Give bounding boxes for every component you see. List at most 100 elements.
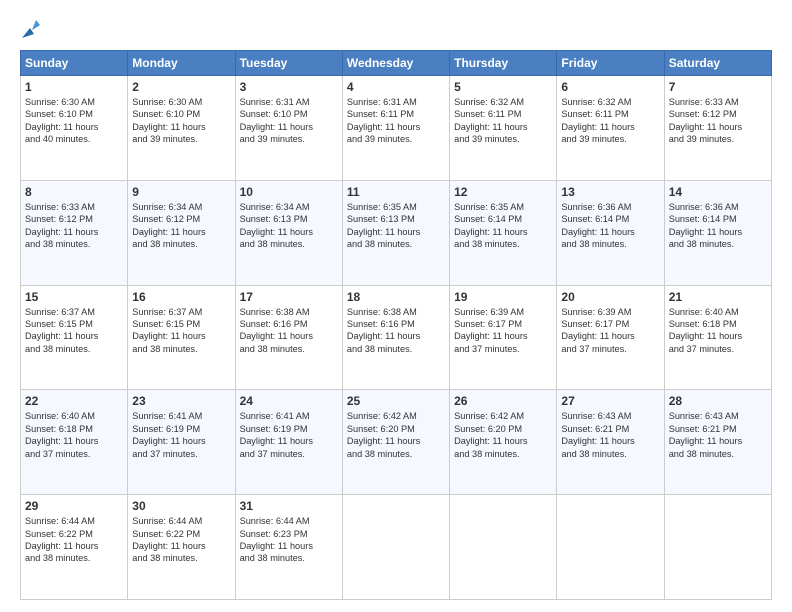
cell-info: Sunrise: 6:31 AMSunset: 6:10 PMDaylight:… [240,96,338,146]
cell-info: Sunrise: 6:37 AMSunset: 6:15 PMDaylight:… [132,306,230,356]
day-number: 1 [25,80,123,94]
calendar-cell: 5 Sunrise: 6:32 AMSunset: 6:11 PMDaylight… [450,76,557,181]
calendar-week-1: 1 Sunrise: 6:30 AMSunset: 6:10 PMDaylight… [21,76,772,181]
calendar-week-3: 15Sunrise: 6:37 AMSunset: 6:15 PMDayligh… [21,285,772,390]
calendar-cell: 31 Sunrise: 6:44 AMSunset: 6:23 PMDayligh… [235,495,342,600]
calendar-cell: 14Sunrise: 6:36 AMSunset: 6:14 PMDayligh… [664,180,771,285]
cell-info: Sunrise: 6:33 AMSunset: 6:12 PMDaylight:… [669,96,767,146]
calendar-cell: 29 Sunrise: 6:44 AMSunset: 6:22 PMDayligh… [21,495,128,600]
day-number: 19 [454,290,552,304]
calendar-cell: 27 Sunrise: 6:43 AMSunset: 6:21 PMDayligh… [557,390,664,495]
weekday-header-saturday: Saturday [664,51,771,76]
day-number: 4 [347,80,445,94]
cell-info: Sunrise: 6:31 AMSunset: 6:11 PMDaylight:… [347,96,445,146]
calendar-cell: 12Sunrise: 6:35 AMSunset: 6:14 PMDayligh… [450,180,557,285]
cell-info: Sunrise: 6:39 AMSunset: 6:17 PMDaylight:… [561,306,659,356]
day-number: 10 [240,185,338,199]
day-number: 17 [240,290,338,304]
cell-info: Sunrise: 6:30 AMSunset: 6:10 PMDaylight:… [25,96,123,146]
day-number: 6 [561,80,659,94]
calendar-cell: 22 Sunrise: 6:40 AMSunset: 6:18 PMDayligh… [21,390,128,495]
calendar-week-5: 29 Sunrise: 6:44 AMSunset: 6:22 PMDayligh… [21,495,772,600]
cell-info: Sunrise: 6:44 AMSunset: 6:22 PMDaylight:… [25,515,123,565]
day-number: 13 [561,185,659,199]
calendar-cell: 1 Sunrise: 6:30 AMSunset: 6:10 PMDaylight… [21,76,128,181]
day-number: 22 [25,394,123,408]
day-number: 27 [561,394,659,408]
day-number: 16 [132,290,230,304]
day-number: 24 [240,394,338,408]
calendar-cell: 28Sunrise: 6:43 AMSunset: 6:21 PMDayligh… [664,390,771,495]
calendar-cell: 4 Sunrise: 6:31 AMSunset: 6:11 PMDaylight… [342,76,449,181]
cell-info: Sunrise: 6:44 AMSunset: 6:22 PMDaylight:… [132,515,230,565]
cell-info: Sunrise: 6:40 AMSunset: 6:18 PMDaylight:… [669,306,767,356]
cell-info: Sunrise: 6:32 AMSunset: 6:11 PMDaylight:… [454,96,552,146]
calendar-week-2: 8Sunrise: 6:33 AMSunset: 6:12 PMDaylight… [21,180,772,285]
calendar-header-row: SundayMondayTuesdayWednesdayThursdayFrid… [21,51,772,76]
calendar-cell: 2 Sunrise: 6:30 AMSunset: 6:10 PMDaylight… [128,76,235,181]
day-number: 18 [347,290,445,304]
calendar-cell [450,495,557,600]
page: SundayMondayTuesdayWednesdayThursdayFrid… [0,0,792,612]
day-number: 5 [454,80,552,94]
calendar-cell: 19 Sunrise: 6:39 AMSunset: 6:17 PMDayligh… [450,285,557,390]
cell-info: Sunrise: 6:44 AMSunset: 6:23 PMDaylight:… [240,515,338,565]
calendar-week-4: 22 Sunrise: 6:40 AMSunset: 6:18 PMDayligh… [21,390,772,495]
weekday-header-monday: Monday [128,51,235,76]
cell-info: Sunrise: 6:36 AMSunset: 6:14 PMDaylight:… [561,201,659,251]
day-number: 29 [25,499,123,513]
cell-info: Sunrise: 6:32 AMSunset: 6:11 PMDaylight:… [561,96,659,146]
cell-info: Sunrise: 6:38 AMSunset: 6:16 PMDaylight:… [240,306,338,356]
day-number: 7 [669,80,767,94]
cell-info: Sunrise: 6:41 AMSunset: 6:19 PMDaylight:… [132,410,230,460]
calendar-cell: 11 Sunrise: 6:35 AMSunset: 6:13 PMDayligh… [342,180,449,285]
calendar-cell: 15Sunrise: 6:37 AMSunset: 6:15 PMDayligh… [21,285,128,390]
day-number: 21 [669,290,767,304]
day-number: 20 [561,290,659,304]
weekday-header-friday: Friday [557,51,664,76]
day-number: 3 [240,80,338,94]
weekday-header-thursday: Thursday [450,51,557,76]
logo-icon [22,16,44,38]
day-number: 12 [454,185,552,199]
day-number: 25 [347,394,445,408]
cell-info: Sunrise: 6:38 AMSunset: 6:16 PMDaylight:… [347,306,445,356]
cell-info: Sunrise: 6:34 AMSunset: 6:12 PMDaylight:… [132,201,230,251]
calendar-cell: 16 Sunrise: 6:37 AMSunset: 6:15 PMDayligh… [128,285,235,390]
calendar-cell [342,495,449,600]
day-number: 11 [347,185,445,199]
cell-info: Sunrise: 6:35 AMSunset: 6:13 PMDaylight:… [347,201,445,251]
calendar-cell: 13 Sunrise: 6:36 AMSunset: 6:14 PMDayligh… [557,180,664,285]
weekday-header-sunday: Sunday [21,51,128,76]
calendar-cell [664,495,771,600]
cell-info: Sunrise: 6:37 AMSunset: 6:15 PMDaylight:… [25,306,123,356]
cell-info: Sunrise: 6:43 AMSunset: 6:21 PMDaylight:… [669,410,767,460]
header [20,18,772,40]
calendar-cell [557,495,664,600]
cell-info: Sunrise: 6:36 AMSunset: 6:14 PMDaylight:… [669,201,767,251]
calendar-cell: 21 Sunrise: 6:40 AMSunset: 6:18 PMDayligh… [664,285,771,390]
day-number: 23 [132,394,230,408]
logo [20,18,44,40]
day-number: 2 [132,80,230,94]
calendar-cell: 24 Sunrise: 6:41 AMSunset: 6:19 PMDayligh… [235,390,342,495]
weekday-header-wednesday: Wednesday [342,51,449,76]
calendar-cell: 30 Sunrise: 6:44 AMSunset: 6:22 PMDayligh… [128,495,235,600]
calendar-table: SundayMondayTuesdayWednesdayThursdayFrid… [20,50,772,600]
calendar-cell: 18 Sunrise: 6:38 AMSunset: 6:16 PMDayligh… [342,285,449,390]
calendar-cell: 7 Sunrise: 6:33 AMSunset: 6:12 PMDaylight… [664,76,771,181]
day-number: 30 [132,499,230,513]
cell-info: Sunrise: 6:34 AMSunset: 6:13 PMDaylight:… [240,201,338,251]
cell-info: Sunrise: 6:33 AMSunset: 6:12 PMDaylight:… [25,201,123,251]
cell-info: Sunrise: 6:39 AMSunset: 6:17 PMDaylight:… [454,306,552,356]
cell-info: Sunrise: 6:40 AMSunset: 6:18 PMDaylight:… [25,410,123,460]
cell-info: Sunrise: 6:30 AMSunset: 6:10 PMDaylight:… [132,96,230,146]
cell-info: Sunrise: 6:43 AMSunset: 6:21 PMDaylight:… [561,410,659,460]
cell-info: Sunrise: 6:42 AMSunset: 6:20 PMDaylight:… [347,410,445,460]
day-number: 31 [240,499,338,513]
day-number: 9 [132,185,230,199]
calendar-cell: 6 Sunrise: 6:32 AMSunset: 6:11 PMDaylight… [557,76,664,181]
cell-info: Sunrise: 6:42 AMSunset: 6:20 PMDaylight:… [454,410,552,460]
calendar-cell: 3 Sunrise: 6:31 AMSunset: 6:10 PMDaylight… [235,76,342,181]
cell-info: Sunrise: 6:41 AMSunset: 6:19 PMDaylight:… [240,410,338,460]
